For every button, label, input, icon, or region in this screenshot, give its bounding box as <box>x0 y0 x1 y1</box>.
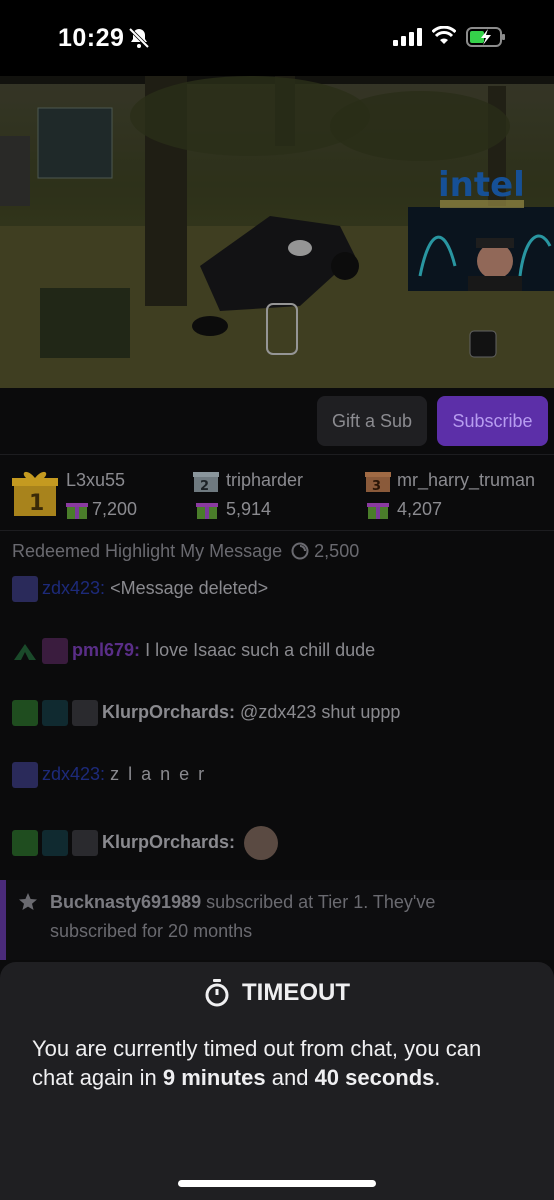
redeem-text: Redeemed Highlight My Message <box>12 541 283 561</box>
timeout-seconds: 40 seconds <box>314 1065 435 1090</box>
mountain-badge-icon <box>12 638 38 664</box>
sword-badge-icon <box>12 700 38 726</box>
chat-message[interactable]: pml679: I love Isaac such a chill dude <box>12 638 554 664</box>
status-bar: 10:29 <box>0 0 554 76</box>
redeem-cost: 2,500 <box>314 541 360 561</box>
stream-video-frame: intel <box>0 76 554 388</box>
gift-rank-1-icon: 1 <box>12 471 58 516</box>
battery-charging-icon <box>466 27 505 47</box>
prime-badge-icon <box>12 762 38 788</box>
tier-badge-icon <box>42 700 68 726</box>
stopwatch-icon <box>205 978 229 1007</box>
svg-text:2: 2 <box>200 479 209 493</box>
leader-name: L3xu55 <box>66 470 126 490</box>
wifi-icon <box>432 26 456 44</box>
gift-rank-3-icon: 3 <box>365 472 391 493</box>
sword-badge-icon <box>12 830 38 856</box>
svg-text:1: 1 <box>29 491 44 516</box>
divider <box>0 454 554 455</box>
no-audio-badge-icon <box>72 700 98 726</box>
chat-username[interactable]: pml679 <box>72 640 134 660</box>
sub-username[interactable]: Bucknasty691989 <box>50 892 201 912</box>
svg-text:3: 3 <box>372 479 381 493</box>
timeout-minutes: 9 minutes <box>162 1065 266 1090</box>
star-icon <box>19 893 37 910</box>
gift-sub-button[interactable]: Gift a Sub <box>317 396 427 446</box>
leader-name: mr_harry_truman <box>397 470 536 490</box>
gift-icon <box>66 503 88 519</box>
subscribe-button[interactable]: Subscribe <box>437 396 548 446</box>
home-indicator[interactable] <box>178 1180 376 1187</box>
chat-username[interactable]: zdx423 <box>42 578 100 598</box>
chat-message[interactable]: zdx423: z l a n e r <box>12 762 554 788</box>
chat-text: z l a n e r <box>110 763 207 784</box>
chat-text: I love Isaac such a chill dude <box>145 639 376 660</box>
tier-badge-icon <box>42 830 68 856</box>
chat-username[interactable]: zdx423 <box>42 764 100 784</box>
divider <box>0 530 554 531</box>
gift-icon <box>196 503 218 519</box>
sub-line2: subscribed for 20 months <box>50 921 253 941</box>
leader-amount: 5,914 <box>226 499 272 519</box>
chat-message[interactable]: zdx423: <Message deleted> <box>12 576 554 602</box>
emote-icon <box>244 826 279 860</box>
chat-username[interactable]: KlurpOrchards <box>102 702 229 722</box>
chat-message[interactable]: KlurpOrchards: <box>12 826 554 860</box>
chat-message[interactable]: KlurpOrchards: @zdx423 shut uppp <box>12 700 554 726</box>
gift-icon <box>367 503 389 519</box>
status-time: 10:29 <box>58 24 125 52</box>
timeout-message: You are currently timed out from chat, y… <box>32 1036 482 1090</box>
stream-video[interactable]: intel <box>0 76 554 388</box>
leader-amount: 4,207 <box>397 499 443 519</box>
channel-points-icon <box>291 542 309 560</box>
timeout-title: TIMEOUT <box>0 978 554 1007</box>
sub-notice: Bucknasty691989 subscribed at Tier 1. Th… <box>0 880 554 960</box>
sub-line1: subscribed at Tier 1. They've <box>206 892 436 912</box>
leader-name: tripharder <box>226 470 304 490</box>
chat-text: <Message deleted> <box>110 577 269 598</box>
prime-badge-icon <box>12 576 38 602</box>
gift-badge-icon <box>42 638 68 664</box>
bell-slash-icon <box>128 27 150 49</box>
redeem-message: Redeemed Highlight My Message 2,500 <box>12 541 554 562</box>
chat-username[interactable]: KlurpOrchards <box>102 832 229 852</box>
gift-rank-2-icon: 2 <box>193 472 219 493</box>
leader-amount: 7,200 <box>92 499 138 519</box>
signal-icon <box>393 28 422 46</box>
no-audio-badge-icon <box>72 830 98 856</box>
chat-text: @zdx423 shut uppp <box>240 701 401 722</box>
sub-accent-bar <box>0 880 6 960</box>
